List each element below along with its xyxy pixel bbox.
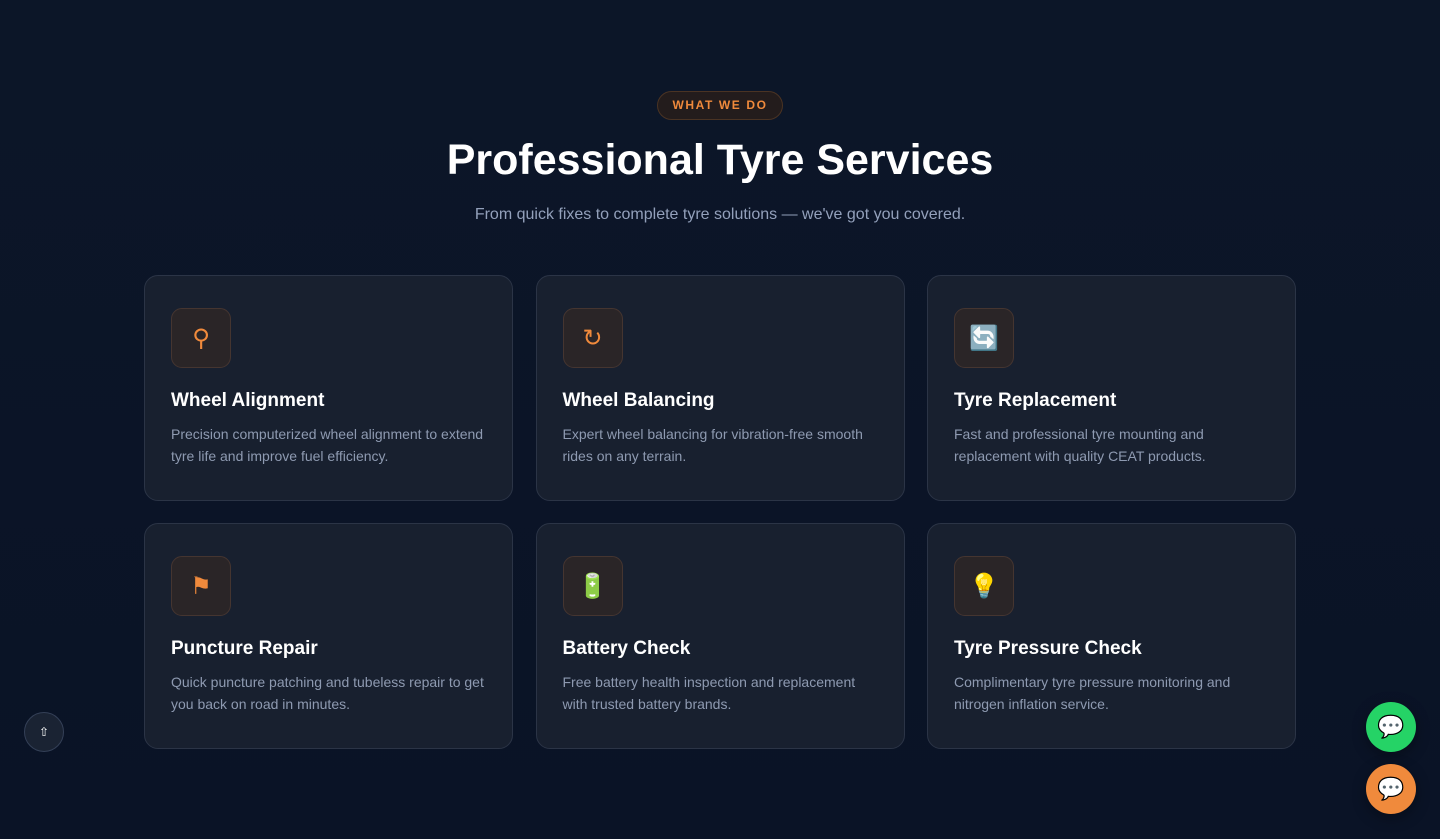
page-title: Professional Tyre Services [446,136,994,184]
service-card-wheel-alignment[interactable]: ⚲ Wheel Alignment Precision computerized… [144,275,513,501]
services-grid: ⚲ Wheel Alignment Precision computerized… [144,275,1296,749]
arrow-up-icon: ⇧ [38,725,50,739]
service-title: Wheel Balancing [562,390,715,411]
service-description: Precision computerized wheel alignment t… [171,426,484,464]
chat-bubble-icon: 💬 [1377,776,1405,802]
service-card-tyre-pressure-check[interactable]: 💡 Tyre Pressure Check Complimentary tyre… [927,523,1296,749]
service-description: Fast and professional tyre mounting and … [954,426,1206,464]
service-description: Complimentary tyre pressure monitoring a… [954,674,1231,712]
scroll-to-top-button[interactable]: ⇧ [24,712,64,752]
whatsapp-button[interactable]: 💬 [1366,702,1416,752]
section-badge: WHAT WE DO [657,91,783,120]
battery-icon: 🔋 [562,556,623,616]
lightbulb-icon: 💡 [954,556,1014,616]
whatsapp-icon: 💬 [1377,714,1405,740]
chat-button[interactable]: 💬 [1366,764,1416,814]
service-title: Tyre Replacement [954,390,1117,411]
alignment-icon: ⚲ [171,308,231,368]
service-description: Quick puncture patching and tubeless rep… [171,674,484,712]
balancing-icon: ↻ [562,308,623,368]
replace-icon: 🔄 [954,308,1014,368]
service-card-tyre-replacement[interactable]: 🔄 Tyre Replacement Fast and professional… [927,275,1296,501]
service-title: Battery Check [562,638,691,659]
service-title: Wheel Alignment [171,390,325,411]
service-description: Expert wheel balancing for vibration-fre… [562,426,863,464]
page-subtitle: From quick fixes to complete tyre soluti… [474,206,966,223]
flag-icon: ⚑ [171,556,231,616]
service-description: Free battery health inspection and repla… [562,674,856,712]
service-title: Puncture Repair [171,638,318,659]
service-card-battery-check[interactable]: 🔋 Battery Check Free battery health insp… [535,523,905,749]
section-header: WHAT WE DO Professional Tyre Services Fr… [0,0,1440,226]
service-card-wheel-balancing[interactable]: ↻ Wheel Balancing Expert wheel balancing… [535,275,905,501]
service-card-puncture-repair[interactable]: ⚑ Puncture Repair Quick puncture patchin… [144,523,513,749]
service-title: Tyre Pressure Check [954,638,1142,659]
services-section: WHAT WE DO Professional Tyre Services Fr… [0,0,1440,839]
